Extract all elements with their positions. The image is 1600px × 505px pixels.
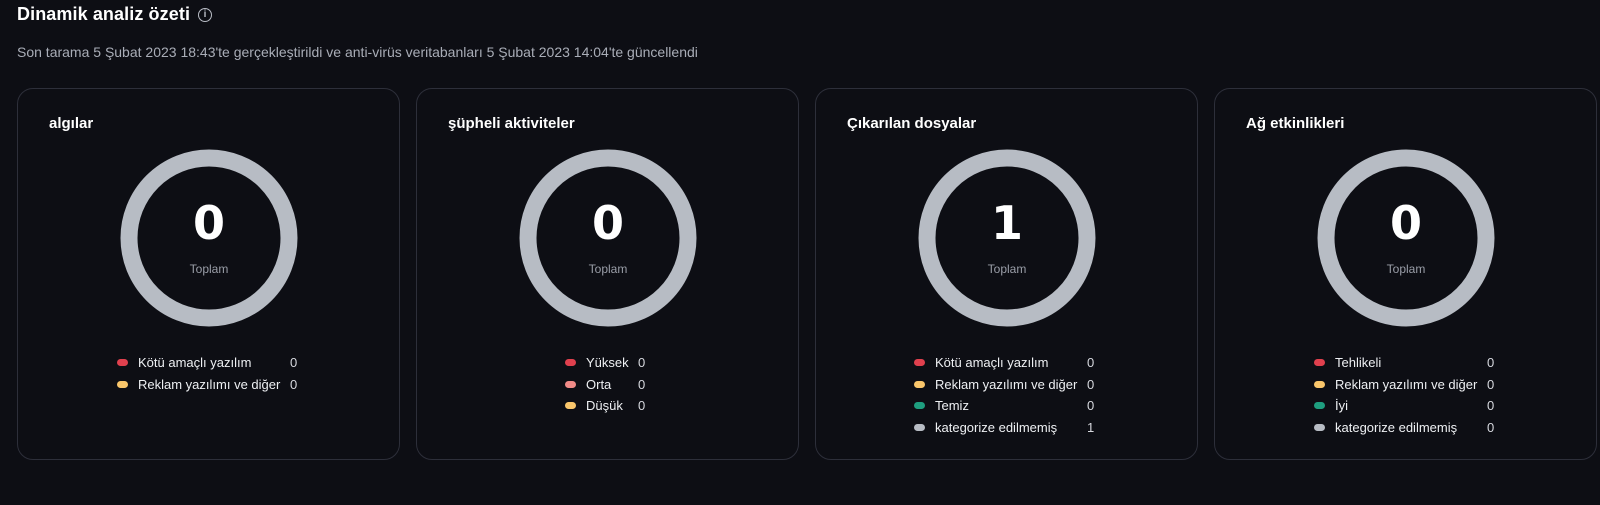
legend-label: Orta	[586, 376, 612, 392]
legend-count: 0	[1487, 355, 1495, 371]
donut-total: 0	[1389, 196, 1422, 250]
card-title: şüpheli aktiviteler	[448, 115, 575, 132]
legend-count: 0	[1487, 419, 1495, 435]
legend-item: Reklam yazılımı ve diğer 0	[914, 374, 1094, 396]
legend: Yüksek 0 Orta 0 Düşük 0	[565, 352, 645, 417]
legend-item: Reklam yazılımı ve diğer 0	[1314, 374, 1494, 396]
page-title: Dinamik analiz özeti	[17, 4, 191, 24]
green-dot-icon	[914, 402, 925, 410]
legend-item: Tehlikeli 0	[1314, 352, 1494, 374]
legend-item: Reklam yazılımı ve diğer 0	[117, 374, 297, 396]
legend-count: 0	[1487, 376, 1495, 392]
donut-total-label: Toplam	[987, 262, 1027, 276]
scan-info-text: Son tarama 5 Şubat 2023 18:43'te gerçekl…	[17, 44, 698, 60]
donut-total: 0	[591, 196, 624, 250]
legend-count: 0	[638, 398, 646, 414]
green-dot-icon	[1314, 402, 1325, 410]
legend-item: İyi 0	[1314, 395, 1494, 417]
card-network-activities[interactable]: Ağ etkinlikleri 0 Toplam Tehlikeli 0 Rek…	[1214, 88, 1597, 460]
legend-label: Reklam yazılımı ve diğer	[935, 376, 1078, 392]
legend: Kötü amaçlı yazılım 0 Reklam yazılımı ve…	[914, 352, 1094, 438]
donut-total-label: Toplam	[1386, 262, 1426, 276]
legend-label: Tehlikeli	[1335, 355, 1382, 371]
legend-label: Kötü amaçlı yazılım	[935, 355, 1049, 371]
legend-label: Reklam yazılımı ve diğer	[138, 376, 281, 392]
legend-count: 0	[638, 376, 646, 392]
salmon-dot-icon	[565, 380, 576, 388]
legend: Kötü amaçlı yazılım 0 Reklam yazılımı ve…	[117, 352, 297, 395]
gray-dot-icon	[1314, 423, 1325, 431]
legend-label: İyi	[1335, 398, 1348, 414]
info-icon[interactable]: i	[198, 7, 213, 22]
legend-item: Temiz 0	[914, 395, 1094, 417]
gray-dot-icon	[914, 423, 925, 431]
legend-count: 0	[1487, 398, 1495, 414]
legend-count: 0	[290, 355, 298, 371]
orange-dot-icon	[117, 380, 128, 388]
donut-total-label: Toplam	[588, 262, 628, 276]
legend-item: kategorize edilmemiş 1	[914, 417, 1094, 439]
red-dot-icon	[565, 359, 576, 367]
card-title: Ağ etkinlikleri	[1246, 115, 1345, 132]
legend-count: 0	[290, 376, 298, 392]
donut-total-label: Toplam	[189, 262, 229, 276]
legend-item: kategorize edilmemiş 0	[1314, 417, 1494, 439]
header: Dinamik analiz özeti i	[17, 4, 213, 25]
legend: Tehlikeli 0 Reklam yazılımı ve diğer 0 İ…	[1314, 352, 1494, 438]
legend-label: Düşük	[586, 398, 623, 414]
legend-label: Temiz	[935, 398, 969, 414]
card-title: Çıkarılan dosyalar	[847, 115, 977, 132]
summary-cards: algılar 0 Toplam Kötü amaçlı yazılım 0 R…	[17, 88, 1597, 460]
donut-chart: 1 Toplam	[918, 149, 1096, 327]
orange-dot-icon	[1314, 380, 1325, 388]
donut-chart: 0 Toplam	[1317, 149, 1495, 327]
legend-item: Kötü amaçlı yazılım 0	[117, 352, 297, 374]
legend-label: Reklam yazılımı ve diğer	[1335, 376, 1478, 392]
orange-dot-icon	[914, 380, 925, 388]
legend-label: kategorize edilmemiş	[935, 419, 1058, 435]
card-title: algılar	[49, 115, 94, 132]
orange-dot-icon	[565, 402, 576, 410]
red-dot-icon	[1314, 359, 1325, 367]
legend-count: 0	[1087, 376, 1095, 392]
red-dot-icon	[914, 359, 925, 367]
donut-total: 0	[192, 196, 225, 250]
donut-total: 1	[990, 196, 1023, 250]
legend-label: Kötü amaçlı yazılım	[138, 355, 252, 371]
red-dot-icon	[117, 359, 128, 367]
card-extracted-files[interactable]: Çıkarılan dosyalar 1 Toplam Kötü amaçlı …	[815, 88, 1198, 460]
donut-chart: 0 Toplam	[519, 149, 697, 327]
legend-item: Düşük 0	[565, 395, 645, 417]
legend-count: 1	[1087, 419, 1095, 435]
donut-chart: 0 Toplam	[120, 149, 298, 327]
legend-count: 0	[1087, 355, 1095, 371]
legend-label: Yüksek	[586, 355, 629, 371]
card-detections[interactable]: algılar 0 Toplam Kötü amaçlı yazılım 0 R…	[17, 88, 400, 460]
legend-item: Orta 0	[565, 374, 645, 396]
legend-label: kategorize edilmemiş	[1335, 419, 1458, 435]
legend-item: Kötü amaçlı yazılım 0	[914, 352, 1094, 374]
card-suspicious-activities[interactable]: şüpheli aktiviteler 0 Toplam Yüksek 0 Or…	[416, 88, 799, 460]
legend-item: Yüksek 0	[565, 352, 645, 374]
legend-count: 0	[638, 355, 646, 371]
legend-count: 0	[1087, 398, 1095, 414]
